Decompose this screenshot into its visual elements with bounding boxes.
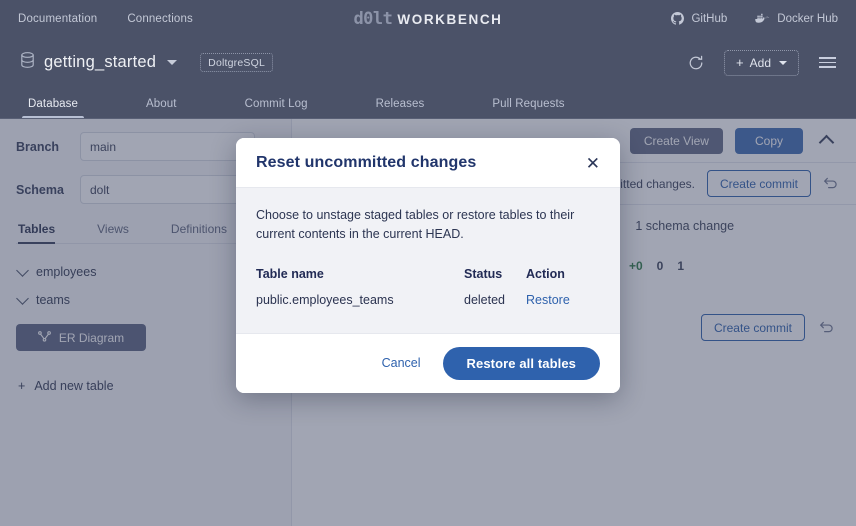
- docker-icon: [755, 13, 770, 25]
- table-header-row: Table name Status Action: [256, 267, 600, 293]
- chevron-down-icon: [779, 60, 787, 65]
- tab-commit-log[interactable]: Commit Log: [231, 98, 322, 118]
- cell-status: deleted: [464, 292, 506, 307]
- table-body: public.employees_teams deleted Restore: [256, 293, 600, 311]
- app-root: Documentation Connections d0lt WORKBENCH…: [0, 0, 856, 526]
- modal-description: Choose to unstage staged tables or resto…: [256, 208, 575, 242]
- database-header-actions: + Add: [688, 49, 836, 76]
- logo-mark: d0lt: [353, 8, 393, 29]
- cancel-button[interactable]: Cancel: [382, 356, 421, 370]
- tab-about[interactable]: About: [132, 98, 191, 118]
- modal-header: Reset uncommitted changes ✕: [236, 138, 620, 188]
- database-title-group: getting_started DoltgreSQL: [20, 52, 274, 73]
- table-head: Table name Status Action: [256, 267, 600, 293]
- changed-tables-table: Table name Status Action public.employee…: [256, 267, 600, 311]
- column-header-status: Status: [464, 266, 503, 281]
- add-button[interactable]: + Add: [724, 49, 799, 76]
- global-topbar: Documentation Connections d0lt WORKBENCH…: [0, 0, 856, 37]
- column-header-action: Action: [526, 266, 565, 281]
- github-link[interactable]: GitHub: [671, 12, 727, 25]
- cell-table-name: public.employees_teams: [256, 292, 394, 307]
- database-name[interactable]: getting_started: [44, 53, 156, 72]
- github-icon: [671, 12, 685, 25]
- restore-all-tables-button[interactable]: Restore all tables: [442, 346, 600, 380]
- database-header: getting_started DoltgreSQL + Add: [0, 37, 856, 88]
- tab-pull-requests[interactable]: Pull Requests: [478, 98, 578, 118]
- tab-releases[interactable]: Releases: [362, 98, 439, 118]
- database-type-badge: DoltgreSQL: [200, 53, 274, 72]
- chevron-down-icon[interactable]: [167, 60, 178, 65]
- logo-wordmark: WORKBENCH: [397, 11, 503, 27]
- main-tabbar: Database About Commit Log Releases Pull …: [0, 88, 856, 119]
- modal-title: Reset uncommitted changes: [256, 154, 477, 171]
- tab-database[interactable]: Database: [14, 98, 92, 118]
- close-icon[interactable]: ✕: [586, 155, 600, 172]
- column-header-table-name: Table name: [256, 266, 324, 281]
- hamburger-icon[interactable]: [819, 57, 836, 68]
- modal-footer: Cancel Restore all tables: [236, 332, 620, 393]
- topbar-link-connections[interactable]: Connections: [127, 13, 193, 25]
- topbar-links: Documentation Connections: [18, 13, 193, 25]
- reset-changes-modal: Reset uncommitted changes ✕ Choose to un…: [236, 138, 620, 393]
- github-link-label: GitHub: [691, 12, 728, 25]
- cell-action: Restore: [526, 293, 600, 311]
- add-button-label: Add: [749, 55, 771, 70]
- database-icon: [20, 52, 35, 73]
- topbar-link-documentation[interactable]: Documentation: [18, 13, 97, 25]
- table-row: public.employees_teams deleted Restore: [256, 293, 600, 311]
- refresh-icon[interactable]: [688, 55, 704, 71]
- plus-icon: +: [736, 55, 744, 70]
- topbar-external-links: GitHub Docker Hub: [671, 12, 838, 25]
- app-logo[interactable]: d0lt WORKBENCH: [353, 9, 502, 29]
- restore-link[interactable]: Restore: [526, 293, 570, 307]
- modal-body: Choose to unstage staged tables or resto…: [236, 188, 620, 333]
- docker-hub-link[interactable]: Docker Hub: [755, 13, 838, 25]
- docker-hub-link-label: Docker Hub: [777, 12, 838, 25]
